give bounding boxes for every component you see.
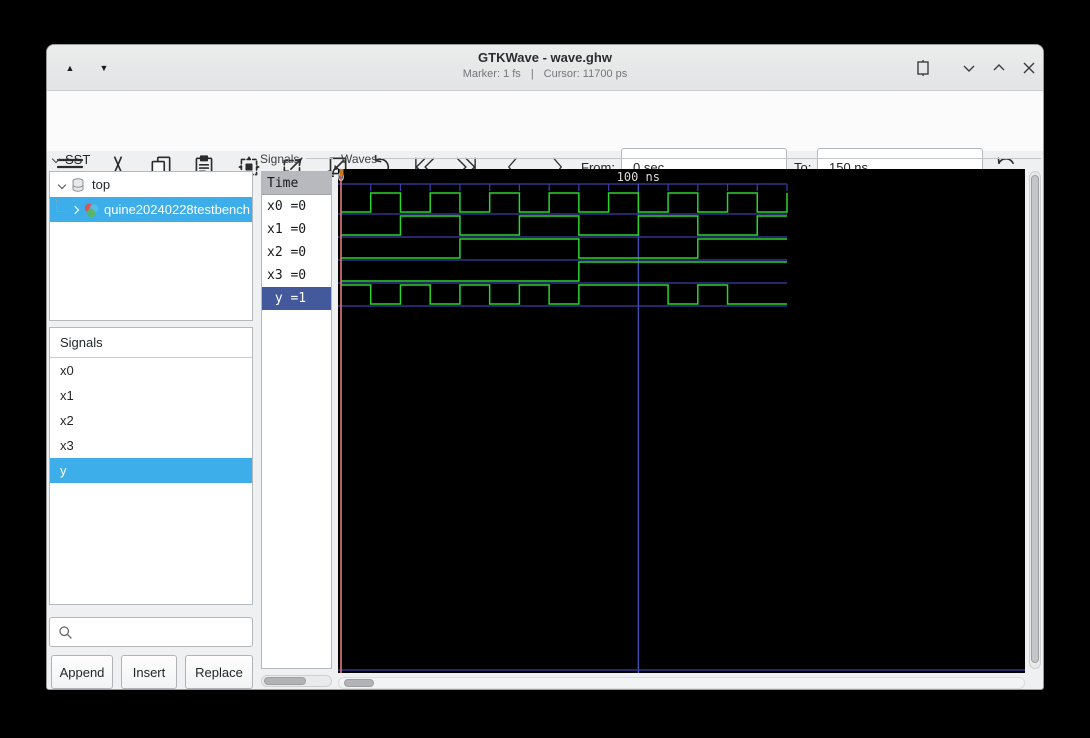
- search-input[interactable]: [78, 619, 248, 645]
- minimize-icon[interactable]: [959, 59, 979, 77]
- signals-list-rows: x0 x1 x2 x3 y: [50, 358, 252, 483]
- wave-trace-x3: [341, 261, 787, 282]
- tree-item-label: quine20240228testbench: [104, 202, 251, 217]
- wave-trace-x0: [341, 192, 788, 213]
- scrollbar-thumb[interactable]: [264, 677, 306, 685]
- signal-list-item-x1[interactable]: x1: [50, 383, 252, 408]
- scrollbar-thumb[interactable]: [1031, 175, 1039, 663]
- waves-vscrollbar[interactable]: [1029, 171, 1041, 669]
- sst-label: SST: [65, 152, 91, 167]
- signal-list-item-y[interactable]: y: [50, 458, 252, 483]
- wave-signal-row-x0[interactable]: x0 =0: [262, 195, 331, 218]
- signals-frame-label: Signals: [260, 152, 300, 166]
- wave-signal-row-x3[interactable]: x3 =0: [262, 264, 331, 287]
- toolbar: From: To:: [47, 91, 1043, 186]
- titlebar[interactable]: ▲ ▼ GTKWave - wave.ghw Marker: 1 fs | Curs…: [47, 45, 1043, 91]
- cursor-status: Cursor: 11700 ps: [543, 68, 628, 80]
- chevron-right-icon: [70, 205, 80, 214]
- wave-trace-x1: [341, 215, 787, 236]
- tree-connector: [56, 199, 66, 212]
- tree-item-testbench[interactable]: quine20240228testbench: [50, 197, 252, 222]
- tree-item-top[interactable]: top: [50, 172, 252, 197]
- module-icon: [84, 203, 99, 217]
- wave-trace-y: [341, 284, 787, 305]
- time-header[interactable]: Time: [262, 172, 331, 195]
- wave-signal-row-y[interactable]: y =1: [262, 287, 331, 310]
- wave-signal-row-x1[interactable]: x1 =0: [262, 218, 331, 241]
- wave-signal-row-x2[interactable]: x2 =0: [262, 241, 331, 264]
- database-icon: [72, 177, 84, 192]
- frame-border: [306, 158, 333, 159]
- waves-hscrollbar[interactable]: [338, 677, 1025, 689]
- marker-status: Marker: 1 fs: [462, 68, 521, 80]
- wave-canvas[interactable]: 0100 ns: [338, 169, 1025, 673]
- frame-border: [381, 158, 1041, 159]
- signal-names-panel: Time x0 =0 x1 =0 x2 =0 x3 =0 y =1: [261, 171, 332, 669]
- pane-splitter[interactable]: [254, 151, 259, 689]
- window-status: Marker: 1 fs | Cursor: 11700 ps: [47, 68, 1043, 80]
- chevron-down-icon: [57, 180, 67, 189]
- signal-name-rows: x0 =0 x1 =0 x2 =0 x3 =0 y =1: [262, 195, 331, 310]
- replace-button[interactable]: Replace: [185, 655, 253, 689]
- marker-handle[interactable]: [339, 169, 344, 176]
- wave-trace-x2: [341, 238, 787, 259]
- scrollbar-thumb[interactable]: [344, 679, 374, 687]
- gtkwave-window: ▲ ▼ GTKWave - wave.ghw Marker: 1 fs | Curs…: [46, 44, 1044, 690]
- append-button[interactable]: Append: [51, 655, 113, 689]
- desktop-background: ▲ ▼ GTKWave - wave.ghw Marker: 1 fs | Curs…: [0, 0, 1090, 738]
- names-hscrollbar[interactable]: [261, 675, 332, 687]
- signal-list-item-x3[interactable]: x3: [50, 433, 252, 458]
- insert-button[interactable]: Insert: [121, 655, 177, 689]
- tree-item-label: top: [92, 177, 111, 192]
- sst-tree: top quine20240228testbench: [49, 171, 253, 321]
- waves-frame-label: Waves: [341, 152, 378, 166]
- signal-search: [49, 617, 253, 647]
- window-title: GTKWave - wave.ghw: [478, 50, 612, 65]
- sst-expander[interactable]: SST: [51, 152, 91, 167]
- status-separator: |: [530, 68, 534, 80]
- signals-list-panel: Signals x0 x1 x2 x3 y: [49, 327, 253, 605]
- signal-list-item-x2[interactable]: x2: [50, 408, 252, 433]
- search-icon: [59, 626, 72, 639]
- signals-list-header: Signals: [50, 328, 252, 358]
- keep-above-icon[interactable]: [913, 59, 933, 77]
- maximize-icon[interactable]: [989, 59, 1009, 77]
- chevron-down-icon: [51, 154, 61, 164]
- signal-list-item-x0[interactable]: x0: [50, 358, 252, 383]
- timescale-label: 100 ns: [617, 170, 660, 184]
- close-icon[interactable]: [1019, 59, 1039, 77]
